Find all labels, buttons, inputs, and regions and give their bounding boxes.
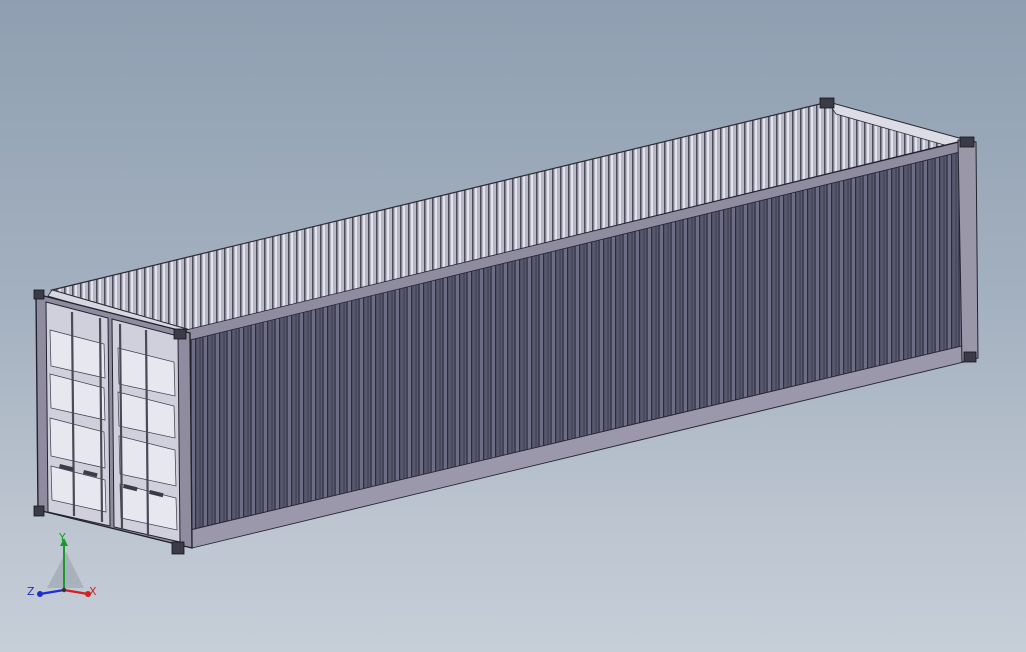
axis-label-y: Y: [59, 531, 66, 544]
axis-label-x: X: [89, 585, 97, 598]
axis-triad-graphic: [37, 538, 91, 597]
3d-graphics-viewport[interactable]: Y X Z: [0, 0, 1026, 652]
container-model[interactable]: [0, 0, 1026, 652]
axis-triad: Y X Z: [22, 530, 112, 610]
rear-corner-post: [957, 139, 979, 363]
axis-label-z: Z: [27, 585, 35, 598]
